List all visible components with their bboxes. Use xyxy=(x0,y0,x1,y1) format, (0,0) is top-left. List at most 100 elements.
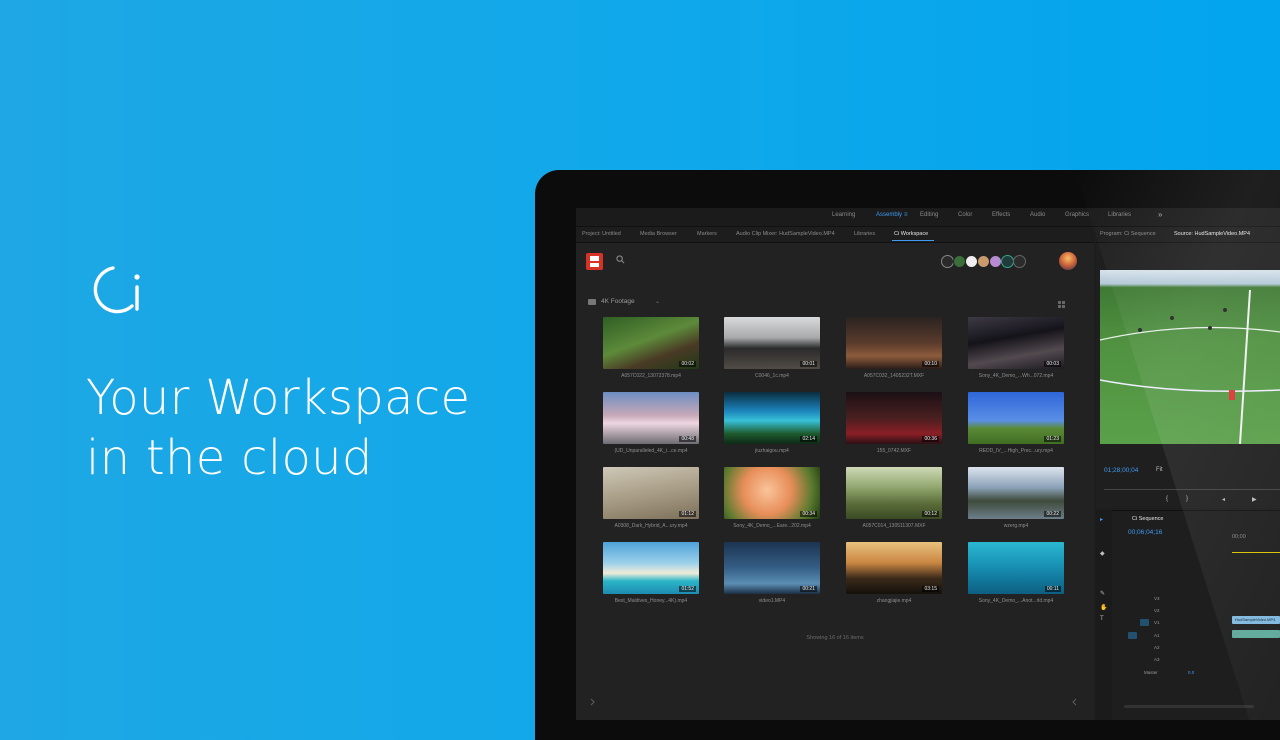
asset-thumbnail[interactable]: 00:36 xyxy=(846,392,942,444)
asset-thumbnail[interactable]: 00:02 xyxy=(603,317,699,369)
selection-tool-icon[interactable]: ▸ xyxy=(1100,516,1103,523)
user-avatar[interactable] xyxy=(1059,252,1077,270)
asset-filename: Sony_4K_Demo_...Eare...202.mp4 xyxy=(733,523,811,529)
more-workspaces-icon[interactable]: » xyxy=(1158,210,1162,219)
asset-thumbnail[interactable]: 00:11 xyxy=(968,542,1064,594)
workspace-learning[interactable]: Learning xyxy=(832,212,855,218)
workspace-libraries[interactable]: Libraries xyxy=(1108,212,1131,218)
asset-duration: 00:48 xyxy=(679,436,696,442)
asset-duration: 00:36 xyxy=(922,436,939,442)
asset-filename: Best_Maldives_Honey...4K).mp4 xyxy=(614,598,688,604)
timeline-timecode[interactable]: 00;06;04;16 xyxy=(1128,529,1162,536)
asset-tile[interactable]: 01:52 Best_Maldives_Honey...4K).mp4 xyxy=(603,542,699,604)
asset-tile[interactable]: 00:12 A057C014_130511307.MXF xyxy=(846,467,942,529)
play-icon[interactable]: ▶ xyxy=(1252,496,1257,503)
timeline-scrollbar[interactable] xyxy=(1124,705,1254,708)
fit-dropdown[interactable]: Fit xyxy=(1156,467,1163,473)
chevron-down-icon[interactable]: ⌄ xyxy=(655,298,660,305)
grid-view-icon[interactable] xyxy=(1058,301,1065,308)
video-clip[interactable]: HudSampleVideo.MP4 xyxy=(1232,616,1280,624)
tab-media-browser[interactable]: Media Browser xyxy=(640,231,677,237)
asset-thumbnail[interactable]: 00:03 xyxy=(968,317,1064,369)
asset-thumbnail[interactable]: 00:48 xyxy=(603,392,699,444)
asset-thumbnail[interactable]: 02:14 xyxy=(724,392,820,444)
program-video xyxy=(1100,270,1280,444)
asset-tile[interactable]: 00:34 Sony_4K_Demo_...Eare...202.mp4 xyxy=(724,467,820,529)
monitor-tabs: Program: Ci Sequence Source: HudSampleVi… xyxy=(1096,228,1280,243)
asset-filename: REDD_IV_...High_Prec...ury.mp4 xyxy=(979,448,1053,454)
timeline-ruler: 00;00 xyxy=(1232,534,1246,540)
ci-workspace-panel: 4K Footage ⌄ 00:02 A057C022_13072378.mp4 0… xyxy=(576,243,1094,720)
asset-tile[interactable]: 02:14 jiuzhaigou.mp4 xyxy=(724,392,820,454)
asset-tile[interactable]: 00:22 wzerg.mp4 xyxy=(968,467,1064,529)
chevron-left-icon[interactable] xyxy=(590,698,596,706)
asset-tile[interactable]: 01:23 REDD_IV_...High_Prec...ury.mp4 xyxy=(968,392,1064,454)
asset-filename: A057C022_13072378.mp4 xyxy=(621,373,681,379)
program-timecode[interactable]: 01;28;00;04 xyxy=(1104,467,1138,474)
workspace-audio[interactable]: Audio xyxy=(1030,212,1045,218)
more-avatars-icon[interactable] xyxy=(1013,255,1026,268)
track-source-a1[interactable] xyxy=(1128,632,1137,639)
tab-audio-clip-mixer[interactable]: Audio Clip Mixer: HudSampleVideo.MP4 xyxy=(736,231,835,237)
save-icon[interactable] xyxy=(586,253,603,270)
mark-out-icon[interactable]: } xyxy=(1186,496,1188,502)
workspace-color[interactable]: Color xyxy=(958,212,972,218)
asset-thumbnail[interactable]: 00:21 xyxy=(724,542,820,594)
asset-thumbnail[interactable]: 00:12 xyxy=(846,467,942,519)
asset-duration: 00:11 xyxy=(1044,586,1061,592)
work-area-bar[interactable] xyxy=(1232,552,1280,553)
asset-tile[interactable]: 00:21 video1.MP4 xyxy=(724,542,820,604)
pen-tool-icon[interactable]: ✎ xyxy=(1100,590,1105,597)
asset-tile[interactable]: 00:01 C0046_1c.mp4 xyxy=(724,317,820,379)
type-tool-icon[interactable]: T xyxy=(1100,616,1104,622)
chevron-right-icon[interactable] xyxy=(1071,698,1077,706)
asset-duration: 00:01 xyxy=(800,361,817,367)
asset-duration: 00:03 xyxy=(1044,361,1061,367)
asset-thumbnail[interactable]: 01:23 xyxy=(968,392,1064,444)
asset-duration: 01:52 xyxy=(679,586,696,592)
asset-duration: 01:12 xyxy=(679,511,696,517)
track-label-a1: A1 xyxy=(1154,633,1160,638)
asset-tile[interactable]: 00:36 155_0742.MXF xyxy=(846,392,942,454)
playhead-bar[interactable] xyxy=(1104,489,1280,490)
asset-thumbnail[interactable]: 03:15 xyxy=(846,542,942,594)
step-back-icon[interactable]: ◂ xyxy=(1222,496,1225,503)
asset-tile[interactable]: 00:11 Sony_4K_Demo_...Anot...rld.mp4 xyxy=(968,542,1064,604)
search-icon[interactable] xyxy=(616,255,625,264)
workspace-effects[interactable]: Effects xyxy=(992,212,1010,218)
asset-tile[interactable]: 00:48 (UD_Unparalleled_4K_i...ce.mp4 xyxy=(603,392,699,454)
workspace-bar: Learning Assembly ≡ Editing Color Effect… xyxy=(576,208,1280,227)
asset-thumbnail[interactable]: 00:10 xyxy=(846,317,942,369)
hand-tool-icon[interactable]: ✋ xyxy=(1100,604,1107,611)
timeline-panel xyxy=(1096,510,1280,720)
asset-thumbnail[interactable]: 01:12 xyxy=(603,467,699,519)
workspace-assembly[interactable]: Assembly xyxy=(876,212,902,218)
workspace-editing[interactable]: Editing xyxy=(920,212,938,218)
mark-in-icon[interactable]: { xyxy=(1166,496,1168,502)
asset-tile[interactable]: 00:02 A057C022_13072378.mp4 xyxy=(603,317,699,379)
razor-tool-icon[interactable]: ◆ xyxy=(1100,550,1105,557)
asset-thumbnail[interactable]: 00:34 xyxy=(724,467,820,519)
asset-thumbnail[interactable]: 00:01 xyxy=(724,317,820,369)
tab-markers[interactable]: Markers xyxy=(697,231,717,237)
audio-clip[interactable] xyxy=(1232,630,1280,638)
clip-label: HudSampleVideo.MP4 xyxy=(1235,617,1276,622)
menu-icon[interactable]: ≡ xyxy=(904,212,908,218)
folder-label: 4K Footage xyxy=(601,298,635,305)
tab-program[interactable]: Program: Ci Sequence xyxy=(1100,231,1156,237)
hero-title: Your Workspace in the cloud xyxy=(86,368,470,488)
tab-libraries[interactable]: Libraries xyxy=(854,231,875,237)
asset-tile[interactable]: 00:03 Sony_4K_Demo_...Wh...072.mp4 xyxy=(968,317,1064,379)
asset-tile[interactable]: 00:10 A057C032_1405232T.MXF xyxy=(846,317,942,379)
asset-tile[interactable]: 01:12 A0308_Dark_Hybrid_A...ury.mp4 xyxy=(603,467,699,529)
sequence-tab[interactable]: Ci Sequence xyxy=(1132,516,1164,522)
master-value[interactable]: 0.0 xyxy=(1188,670,1194,675)
asset-tile[interactable]: 03:15 zhangjiajie.mp4 xyxy=(846,542,942,604)
tab-source[interactable]: Source: HudSampleVideo.MP4 xyxy=(1174,231,1250,237)
asset-thumbnail[interactable]: 00:22 xyxy=(968,467,1064,519)
tab-ci-workspace[interactable]: Ci Workspace xyxy=(894,231,928,237)
asset-thumbnail[interactable]: 01:52 xyxy=(603,542,699,594)
track-target-v1[interactable] xyxy=(1140,619,1149,626)
workspace-graphics[interactable]: Graphics xyxy=(1065,212,1089,218)
tab-project[interactable]: Project: Untitled xyxy=(582,231,621,237)
